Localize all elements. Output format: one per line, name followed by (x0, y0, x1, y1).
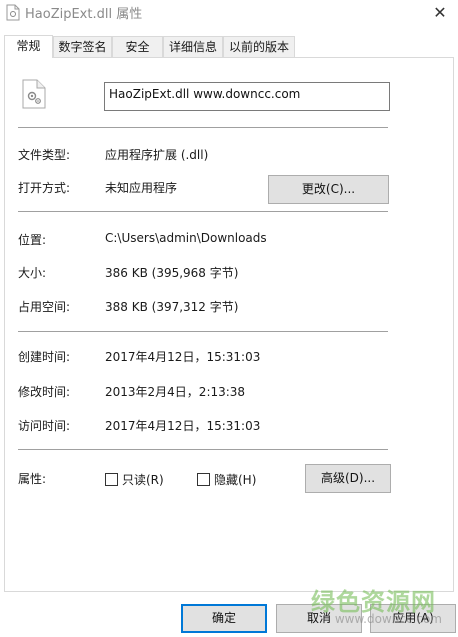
size-on-disk-value: 388 KB (397,312 字节) (105, 300, 239, 314)
tab-label: 安全 (125, 40, 150, 54)
tab-details[interactable]: 详细信息 (163, 36, 223, 58)
created-value: 2017年4月12日，15:31:03 (105, 350, 261, 364)
ok-button[interactable]: 确定 (181, 604, 267, 633)
divider (18, 331, 388, 332)
hidden-checkbox[interactable]: 隐藏(H) (197, 471, 256, 488)
divider (18, 211, 388, 212)
modified-value: 2013年2月4日，2:13:38 (105, 385, 246, 399)
accessed-value: 2017年4月12日，15:31:03 (105, 419, 261, 433)
close-button[interactable]: ✕ (422, 0, 458, 24)
divider (18, 127, 388, 128)
tab-label: 详细信息 (168, 40, 217, 54)
attributes-label: 属性: (18, 472, 47, 486)
open-with-value: 未知应用程序 (105, 181, 178, 195)
open-with-label: 打开方式: (18, 181, 71, 195)
watermark-url: www.downcc.com (334, 612, 442, 626)
divider (18, 449, 388, 450)
dll-gear-file-icon (22, 79, 46, 109)
file-name-input[interactable]: HaoZipExt.dll www.downcc.com (104, 82, 390, 111)
size-value: 386 KB (395,968 字节) (105, 266, 239, 280)
readonly-checkbox[interactable]: 只读(R) (105, 471, 164, 488)
advanced-button[interactable]: 高级(D)... (305, 464, 391, 493)
checkbox-box[interactable] (105, 473, 118, 486)
change-button[interactable]: 更改(C)... (268, 175, 389, 204)
created-label: 创建时间: (18, 350, 71, 364)
file-icon (6, 4, 20, 21)
tab-previous-versions[interactable]: 以前的版本 (223, 36, 295, 58)
tab-label: 以前的版本 (228, 40, 289, 54)
tab-label: 常规 (16, 39, 41, 53)
modified-label: 修改时间: (18, 385, 71, 399)
file-type-label: 文件类型: (18, 148, 71, 162)
tab-strip: 常规 数字签名 安全 详细信息 以前的版本 (4, 35, 454, 58)
close-icon: ✕ (433, 2, 447, 22)
tab-digital-signatures[interactable]: 数字签名 (53, 36, 112, 58)
title-bar: HaoZipExt.dll 属性 ✕ (0, 0, 458, 30)
checkbox-box[interactable] (197, 473, 210, 486)
tab-general[interactable]: 常规 (4, 35, 53, 58)
location-value: C:\Users\admin\Downloads (105, 231, 267, 245)
tab-label: 数字签名 (58, 40, 107, 54)
size-on-disk-label: 占用空间: (18, 300, 71, 314)
location-label: 位置: (18, 233, 47, 247)
readonly-label: 只读(R) (122, 473, 164, 487)
window-title: HaoZipExt.dll 属性 (25, 7, 143, 22)
hidden-label: 隐藏(H) (214, 473, 257, 487)
general-panel (4, 57, 454, 592)
file-type-value: 应用程序扩展 (.dll) (105, 148, 209, 162)
size-label: 大小: (18, 266, 47, 280)
accessed-label: 访问时间: (18, 419, 71, 433)
tab-security[interactable]: 安全 (112, 36, 163, 58)
